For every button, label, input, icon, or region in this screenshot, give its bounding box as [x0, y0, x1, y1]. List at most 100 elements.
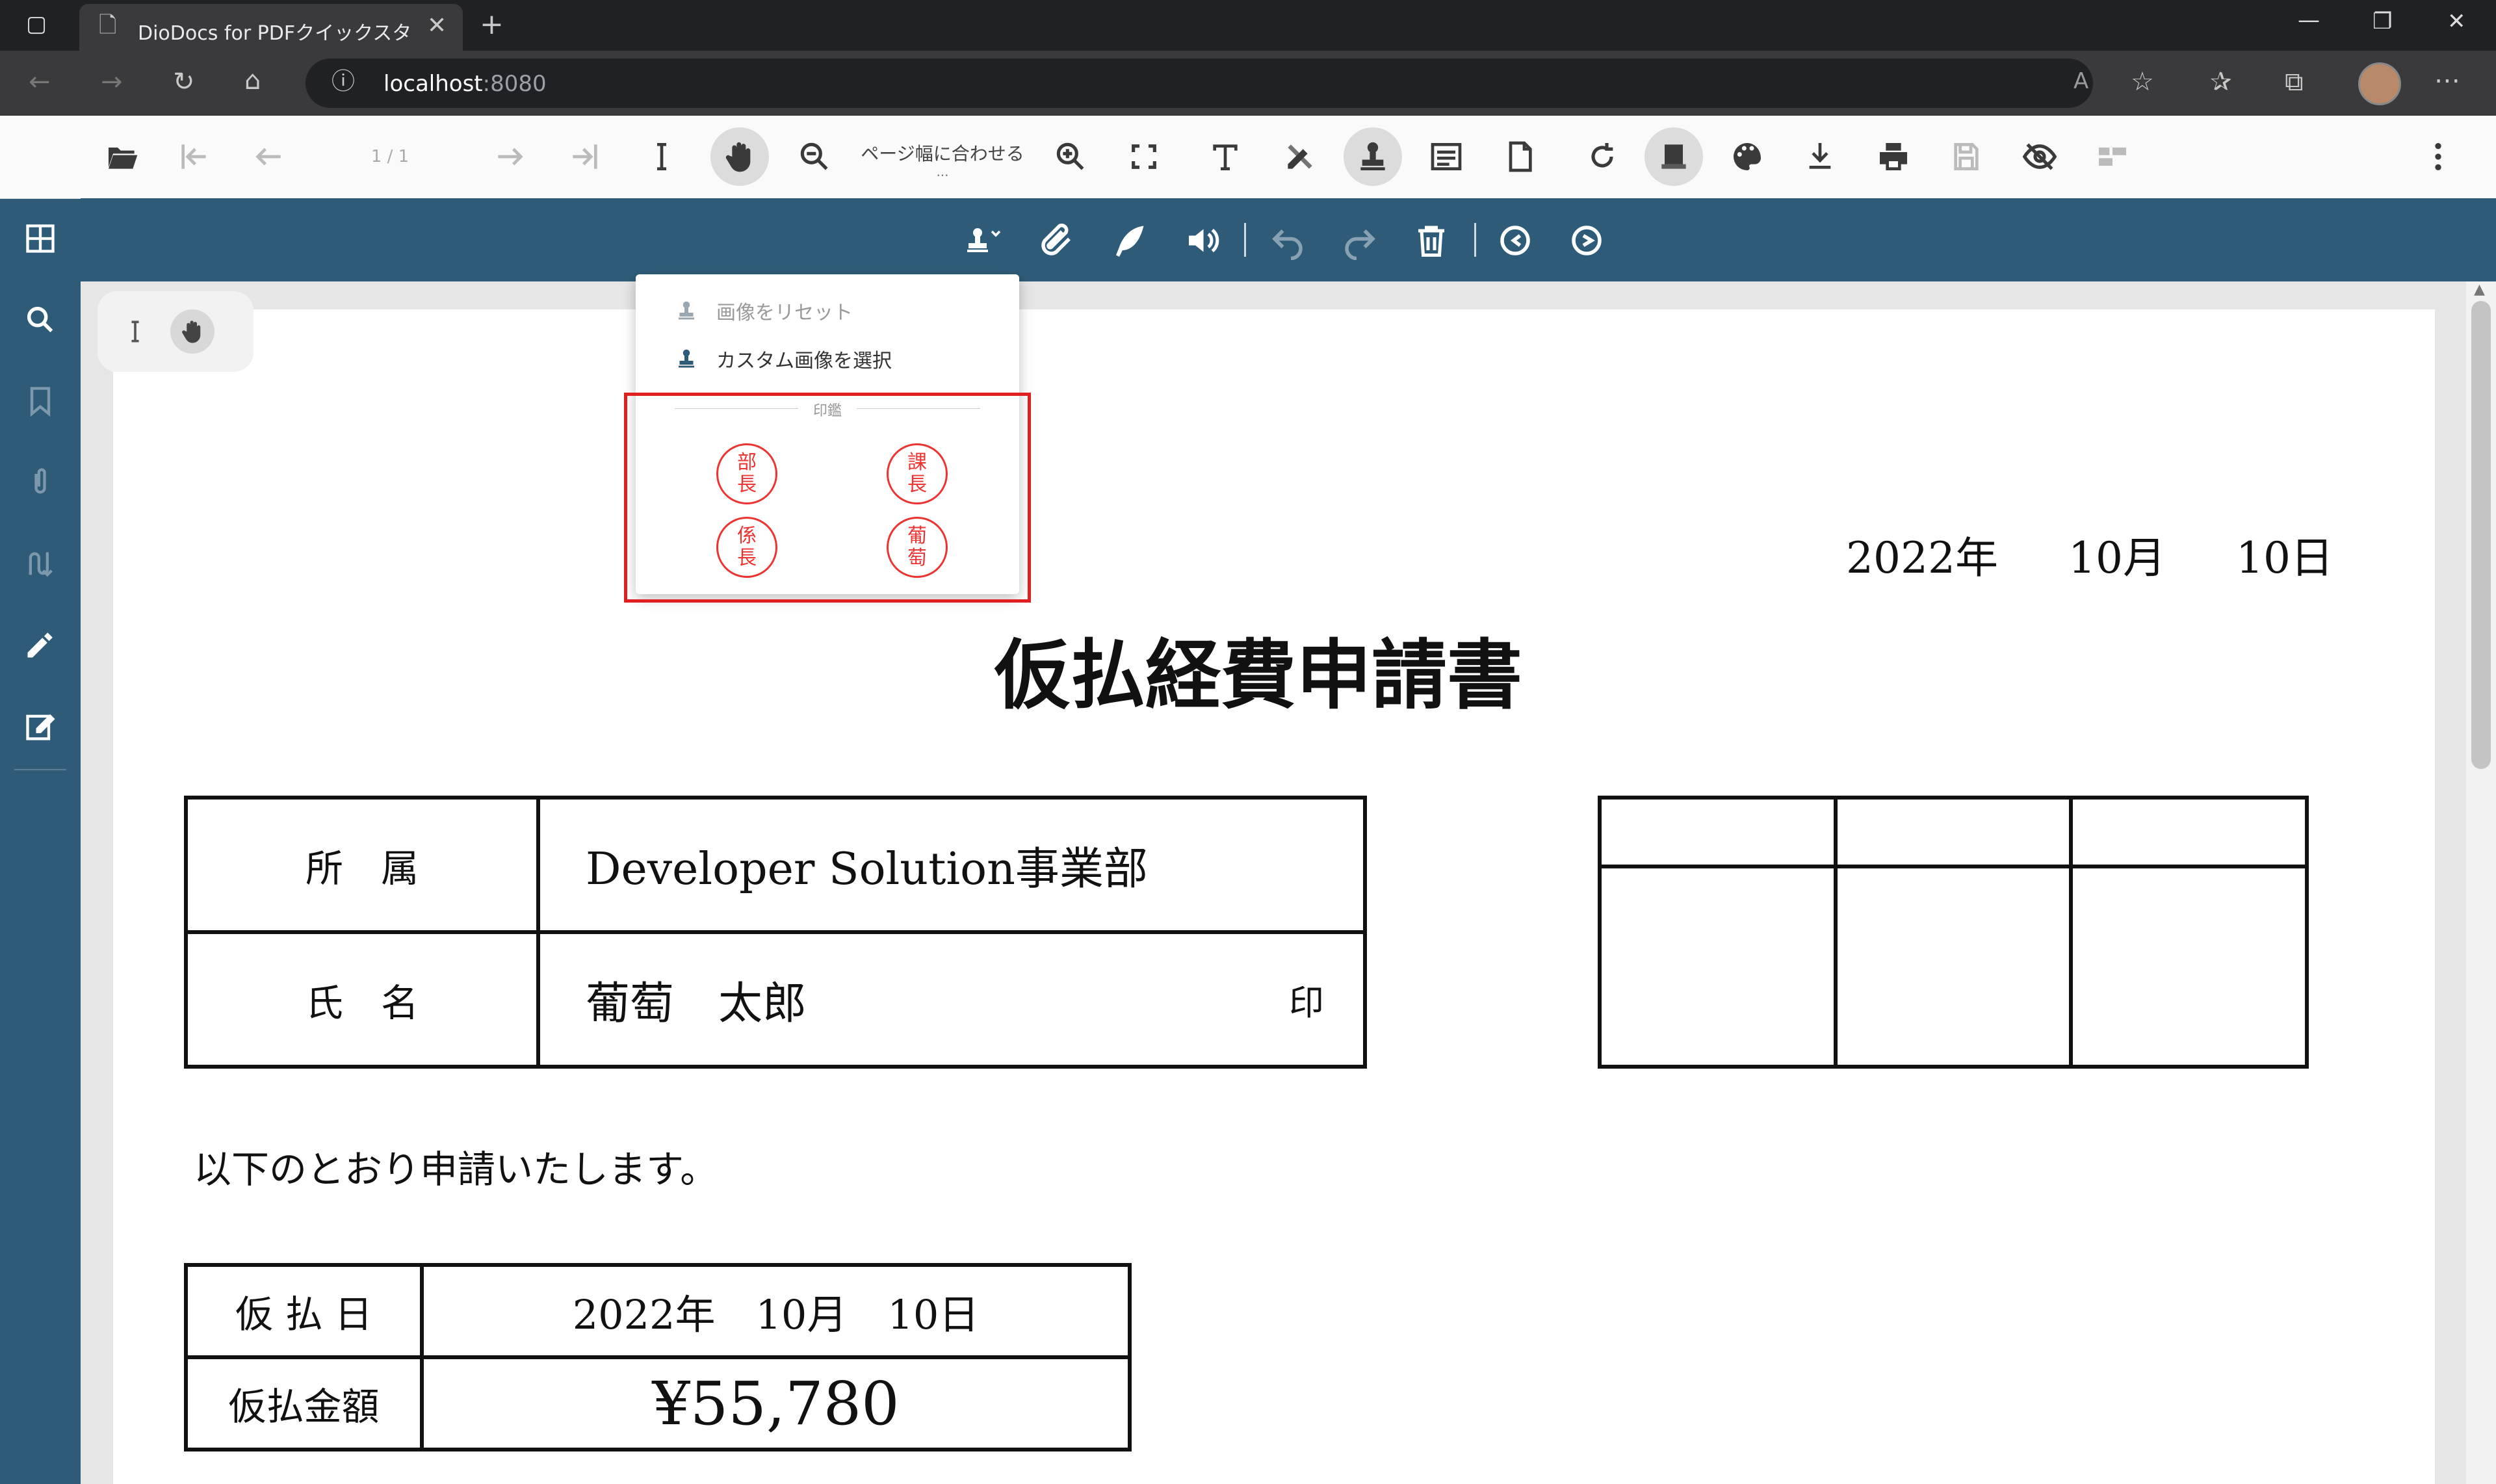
affiliation-value: Developer Solution事業部 [586, 844, 1148, 895]
more-icon[interactable]: ⋯ [2434, 68, 2460, 94]
page-icon: 🗋 [99, 12, 117, 38]
affiliation-label: 所 属 [305, 846, 419, 891]
toolbar-separator [1474, 223, 1476, 257]
stamp-tool-icon[interactable] [1344, 127, 1402, 186]
hide-annotations-icon[interactable] [2010, 127, 2069, 186]
date-month: 10月 [2068, 533, 2166, 583]
structure-icon[interactable] [20, 543, 61, 584]
amount-value: ¥55,780 [652, 1368, 900, 1438]
save-icon[interactable] [1937, 127, 1996, 186]
browser-tabstrip: ▢ 🗋 DioDocs for PDFクイックスタート | P ✕ + — ❐ … [0, 0, 2496, 51]
approval-header-cell [2069, 796, 2309, 868]
vertical-scrollbar[interactable]: ▲ [2466, 281, 2496, 1484]
prev-page-icon[interactable] [239, 127, 298, 186]
read-aloud-icon[interactable]: A [2074, 70, 2088, 92]
more-options-icon[interactable] [2409, 127, 2467, 186]
last-page-icon[interactable] [556, 127, 614, 186]
back-icon[interactable]: ← [29, 69, 51, 95]
text-select-icon[interactable] [632, 127, 691, 186]
fullscreen-icon[interactable] [1115, 127, 1173, 186]
scrollbar-thumb[interactable] [2471, 301, 2491, 769]
pan-tool-icon[interactable] [710, 127, 769, 186]
omnibox[interactable]: ⓘ localhost:8080 A [306, 59, 2093, 108]
search-icon[interactable] [20, 299, 61, 341]
approval-seal-cell[interactable] [1598, 865, 1838, 1069]
tab-title: DioDocs for PDFクイックスタート | P [138, 22, 411, 45]
signature-tool-icon[interactable] [1106, 218, 1152, 263]
viewer-toolbar: 1 / 1 ページ幅に合わせる ... [0, 116, 2496, 199]
advance-date-label: 仮 払 日 [235, 1292, 372, 1336]
minimize-icon[interactable]: — [2298, 9, 2320, 31]
redo-icon[interactable] [1337, 218, 1383, 263]
zoom-select[interactable]: ページ幅に合わせる ... [845, 144, 1040, 179]
approval-header-cell [1833, 796, 2074, 868]
text-tool-icon[interactable] [1196, 127, 1254, 186]
document-title: 仮払経費申請書 [994, 631, 1522, 720]
floating-mode-toolbar [98, 291, 254, 372]
approval-header-cell [1598, 796, 1838, 868]
bring-front-icon[interactable] [1492, 218, 1538, 263]
open-file-icon[interactable] [93, 127, 151, 186]
restore-icon[interactable]: ❐ [2372, 10, 2392, 33]
browser-tab[interactable]: 🗋 DioDocs for PDFクイックスタート | P ✕ [79, 4, 463, 51]
edit-tools-icon[interactable] [1271, 127, 1329, 186]
print-icon[interactable] [1864, 127, 1923, 186]
page-tools-icon[interactable] [1490, 127, 1549, 186]
collections-icon[interactable]: ⧉ [2285, 69, 2304, 95]
custom-image-item[interactable]: カスタム画像を選択 [675, 345, 892, 373]
undo-icon[interactable] [1265, 218, 1310, 263]
attachment-icon[interactable] [20, 462, 61, 503]
reload-icon[interactable]: ↻ [173, 69, 195, 95]
approval-table [1598, 796, 2309, 1069]
send-back-icon[interactable] [1564, 218, 1609, 263]
name-label: 氏 名 [305, 980, 419, 1025]
page-indicator[interactable]: 1 / 1 [338, 147, 442, 166]
first-page-icon[interactable] [164, 127, 223, 186]
date-year: 2022年 [1846, 533, 1998, 583]
theme-icon[interactable] [1718, 127, 1776, 186]
toolbar-separator [1244, 223, 1246, 257]
scroll-up-icon[interactable]: ▲ [2474, 281, 2485, 298]
rotate-icon[interactable] [1573, 127, 1632, 186]
zoom-out-icon[interactable] [785, 127, 844, 186]
intro-text: 以下のとおり申請いたします。 [194, 1147, 718, 1191]
reset-image-label: 画像をリセット [716, 302, 853, 324]
forward-icon[interactable]: → [101, 69, 123, 95]
approval-seal-cell[interactable] [2069, 865, 2309, 1069]
url-text: localhost:8080 [384, 71, 547, 97]
zoom-in-icon[interactable] [1041, 127, 1100, 186]
date-day: 10日 [2235, 533, 2334, 583]
profile-avatar[interactable] [2358, 62, 2401, 105]
bookmark-icon[interactable] [20, 380, 61, 422]
shared-docs-icon[interactable] [2083, 127, 2142, 186]
delete-icon[interactable] [1409, 218, 1454, 263]
home-icon[interactable]: ⌂ [244, 68, 261, 94]
approval-seal-cell[interactable] [1833, 865, 2074, 1069]
reset-image-item[interactable]: 画像をリセット [675, 296, 853, 325]
attachment-tool-icon[interactable] [1034, 218, 1079, 263]
doc-properties-icon[interactable] [1644, 127, 1703, 186]
seal-label: 印 [1289, 982, 1324, 1023]
thumbnails-icon[interactable] [20, 218, 61, 259]
text-select-mini-icon[interactable] [121, 317, 150, 346]
new-tab-icon[interactable]: + [480, 10, 504, 39]
close-window-icon[interactable]: ✕ [2447, 10, 2466, 33]
favorites-icon[interactable]: ✰ [2210, 69, 2232, 95]
close-tab-icon[interactable]: ✕ [427, 14, 447, 38]
tab-actions-icon[interactable]: ▢ [26, 13, 47, 35]
applicant-table: 所 属 Developer Solution事業部 氏 名 葡萄 太郎 印 [184, 796, 1367, 1069]
custom-image-label: カスタム画像を選択 [716, 350, 892, 372]
amount-label: 仮払金額 [228, 1385, 380, 1429]
zoom-label: ページ幅に合わせる [861, 143, 1024, 164]
download-icon[interactable] [1791, 127, 1849, 186]
pan-mini-icon[interactable] [170, 309, 214, 354]
form-editor-icon[interactable] [1417, 127, 1476, 186]
sound-tool-icon[interactable] [1179, 218, 1225, 263]
site-info-icon[interactable]: ⓘ [332, 70, 355, 94]
add-favorite-icon[interactable]: ☆ [2131, 69, 2154, 95]
name-row: 葡萄 太郎 印 [540, 967, 1363, 1032]
edit-annotations-icon[interactable] [20, 624, 61, 666]
next-page-icon[interactable] [481, 127, 540, 186]
stamp-dropdown-icon[interactable] [952, 218, 1017, 263]
edit-form-icon[interactable] [20, 705, 61, 747]
